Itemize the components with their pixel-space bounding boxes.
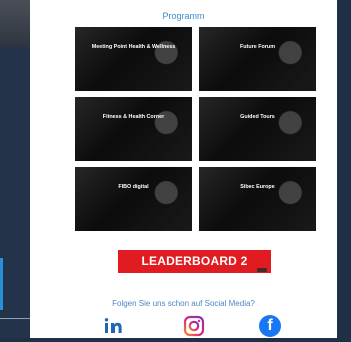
leaderboard-badge-icon: [257, 268, 267, 272]
program-card-title: Fitness & Health Corner: [102, 114, 165, 120]
social-title: Folgen Sie uns schon auf Social Media?: [112, 299, 255, 308]
instagram-icon[interactable]: [183, 315, 205, 337]
program-card-sibec-europe[interactable]: Sibec Europe: [199, 167, 316, 231]
program-grid: Meeting Point Health & Wellness Future F…: [75, 27, 316, 232]
program-panel: Programm Meeting Point Health & Wellness…: [30, 0, 337, 338]
leaderboard-label: LEADERBOARD 2: [141, 254, 248, 268]
left-side-strip: [0, 0, 30, 338]
program-card-fibo-digital[interactable]: FIBO digital: [75, 167, 192, 231]
program-card-guided-tours[interactable]: Guided Tours: [199, 97, 316, 161]
program-card-title: Guided Tours: [240, 114, 275, 120]
program-card-title: FIBO digital: [118, 184, 149, 190]
program-title: Programm: [162, 11, 205, 21]
program-card-title: Meeting Point Health & Wellness: [91, 44, 176, 50]
facebook-glyph-icon: f: [267, 317, 273, 334]
program-card-title: Future Forum: [239, 44, 276, 50]
leaderboard-banner[interactable]: LEADERBOARD 2: [118, 250, 271, 273]
left-thumbnail: [0, 0, 30, 47]
left-accent-bar: [0, 258, 3, 310]
program-card-fitness-health-corner[interactable]: Fitness & Health Corner: [75, 97, 192, 161]
facebook-icon[interactable]: f: [259, 315, 281, 337]
program-card-title: Sibec Europe: [240, 184, 275, 190]
linkedin-icon[interactable]: [102, 315, 124, 337]
left-divider-line: [0, 318, 30, 319]
right-side-strip: [337, 0, 351, 338]
program-card-meeting-point[interactable]: Meeting Point Health & Wellness: [75, 27, 192, 91]
program-card-future-forum[interactable]: Future Forum: [199, 27, 316, 91]
